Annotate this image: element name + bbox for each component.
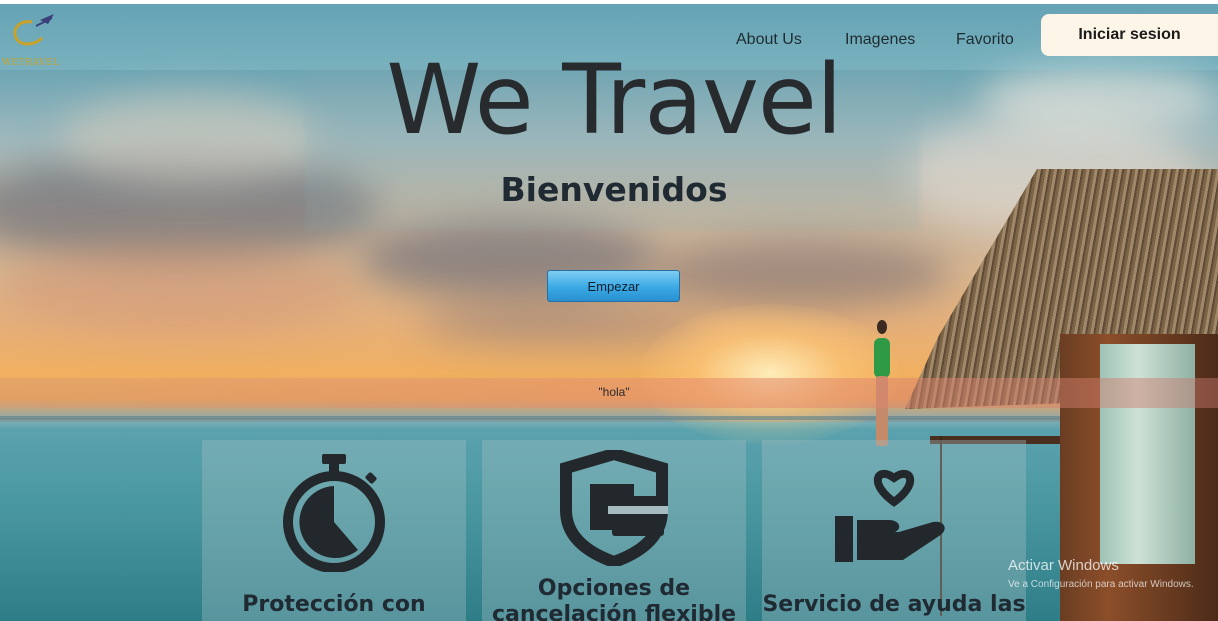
hand-heart-icon	[835, 469, 945, 562]
start-button[interactable]: Empezar	[547, 270, 680, 302]
hello-text: "hola"	[598, 385, 630, 399]
hero-subtitle: Bienvenidos	[500, 170, 728, 209]
feature-card-protection[interactable]: Protección con	[202, 440, 466, 621]
feature-title: Protección con	[242, 592, 426, 617]
feature-card-cancellation[interactable]: Opciones de cancelación flexible	[482, 440, 746, 621]
feature-title: Servicio de ayuda las	[762, 592, 1026, 617]
stopwatch-icon	[283, 454, 385, 572]
watermark-title: Activar Windows	[1008, 557, 1119, 574]
feature-card-support[interactable]: Servicio de ayuda las	[762, 440, 1026, 621]
hero-title: We Travel	[386, 44, 842, 156]
feature-title: Opciones de cancelación flexible	[491, 576, 737, 621]
watermark-subtitle: Ve a Configuración para activar Windows.	[1008, 579, 1194, 590]
shield-wallet-icon	[560, 450, 668, 566]
